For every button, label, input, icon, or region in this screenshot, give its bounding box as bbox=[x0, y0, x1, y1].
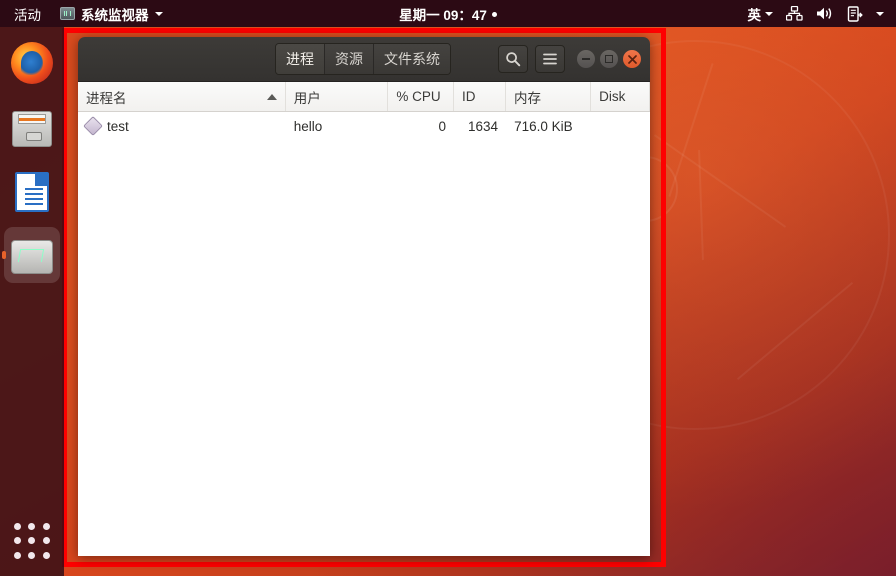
grid-dot-icon bbox=[28, 537, 36, 545]
power-icon[interactable] bbox=[847, 5, 863, 22]
network-icon[interactable] bbox=[786, 6, 803, 21]
menu-button[interactable] bbox=[535, 45, 565, 73]
table-header-row: 进程名 用户 % CPU ID 内存 Disk bbox=[78, 82, 650, 112]
process-icon bbox=[83, 116, 103, 136]
table-row[interactable]: test hello 0 1634 716.0 KiB bbox=[78, 112, 650, 140]
grid-dot-icon bbox=[42, 523, 50, 531]
grid-dot-icon bbox=[14, 537, 22, 545]
status-area[interactable]: 英 bbox=[748, 4, 896, 24]
cell-process-name: test bbox=[78, 116, 286, 136]
column-header-user[interactable]: 用户 bbox=[286, 82, 389, 111]
chevron-down-icon bbox=[154, 11, 163, 16]
cell-cpu: 0 bbox=[438, 118, 447, 134]
close-button[interactable] bbox=[623, 50, 641, 68]
column-label: Disk bbox=[599, 89, 626, 104]
chevron-down-icon[interactable] bbox=[876, 11, 884, 16]
app-menu-label: 系统监视器 bbox=[81, 7, 149, 23]
minimize-icon bbox=[582, 58, 590, 60]
notification-dot-icon bbox=[491, 12, 497, 18]
column-label: 内存 bbox=[514, 90, 542, 106]
grid-dot-icon bbox=[42, 537, 50, 545]
column-header-id[interactable]: ID bbox=[454, 82, 507, 111]
tab-resources[interactable]: 资源 bbox=[325, 44, 374, 74]
column-label: ID bbox=[462, 89, 476, 104]
column-label: 进程名 bbox=[86, 90, 127, 106]
close-icon bbox=[627, 54, 637, 64]
input-method-indicator[interactable]: 英 bbox=[747, 4, 773, 24]
tab-file-systems[interactable]: 文件系统 bbox=[374, 44, 450, 74]
column-label: % CPU bbox=[396, 89, 441, 104]
cell-memory: 716.0 KiB bbox=[514, 118, 573, 134]
titlebar-buttons bbox=[498, 45, 565, 73]
view-tabs: 进程 资源 文件系统 bbox=[275, 43, 451, 75]
clock-label: 星期一 09：47 bbox=[399, 7, 487, 23]
activities-button[interactable]: 活动 bbox=[0, 4, 52, 24]
window-controls bbox=[577, 50, 641, 68]
hamburger-menu-icon bbox=[543, 53, 557, 65]
grid-dot-icon bbox=[14, 551, 22, 559]
cell-user: hello bbox=[293, 118, 323, 134]
sort-ascending-icon bbox=[266, 93, 277, 100]
firefox-icon bbox=[11, 42, 53, 84]
volume-icon[interactable] bbox=[816, 6, 834, 21]
grid-dot-icon bbox=[28, 523, 36, 531]
process-name-label: test bbox=[107, 118, 129, 134]
maximize-button[interactable] bbox=[600, 50, 618, 68]
system-monitor-window: 进程 资源 文件系统 进程名 用户 % CPU ID 内存 Disk test … bbox=[78, 37, 650, 556]
column-header-process-name[interactable]: 进程名 bbox=[78, 82, 286, 111]
search-icon bbox=[506, 52, 521, 67]
column-header-memory[interactable]: 内存 bbox=[506, 82, 592, 111]
search-button[interactable] bbox=[498, 45, 528, 73]
dock-item-firefox[interactable] bbox=[4, 35, 60, 91]
column-header-cpu[interactable]: % CPU bbox=[388, 82, 454, 111]
app-menu-button[interactable]: 系统监视器 bbox=[52, 4, 171, 24]
tab-processes[interactable]: 进程 bbox=[276, 44, 325, 74]
grid-dot-icon bbox=[14, 523, 22, 531]
minimize-button[interactable] bbox=[577, 50, 595, 68]
window-titlebar[interactable]: 进程 资源 文件系统 bbox=[78, 37, 650, 82]
dock-item-libreoffice[interactable] bbox=[4, 163, 60, 219]
grid-dot-icon bbox=[42, 551, 50, 559]
system-monitor-icon bbox=[60, 7, 75, 20]
column-header-disk[interactable]: Disk bbox=[591, 82, 650, 111]
libreoffice-document-icon bbox=[15, 171, 49, 212]
top-panel: 活动 系统监视器 星期一 09：47 英 bbox=[0, 0, 896, 27]
process-list[interactable]: test hello 0 1634 716.0 KiB bbox=[78, 112, 650, 556]
column-label: 用户 bbox=[293, 90, 321, 106]
dock bbox=[0, 27, 64, 576]
process-view: 进程名 用户 % CPU ID 内存 Disk test hello 0 163… bbox=[78, 82, 650, 556]
system-monitor-icon bbox=[11, 240, 53, 274]
grid-dot-icon bbox=[28, 551, 36, 559]
dock-item-system-monitor[interactable] bbox=[4, 227, 60, 283]
files-icon bbox=[12, 110, 52, 147]
maximize-icon bbox=[605, 55, 613, 63]
cell-id: 1634 bbox=[468, 118, 499, 134]
show-applications-button[interactable] bbox=[13, 522, 51, 560]
chevron-down-icon bbox=[765, 11, 773, 16]
dock-item-files[interactable] bbox=[4, 99, 60, 155]
input-method-label: 英 bbox=[747, 7, 762, 23]
